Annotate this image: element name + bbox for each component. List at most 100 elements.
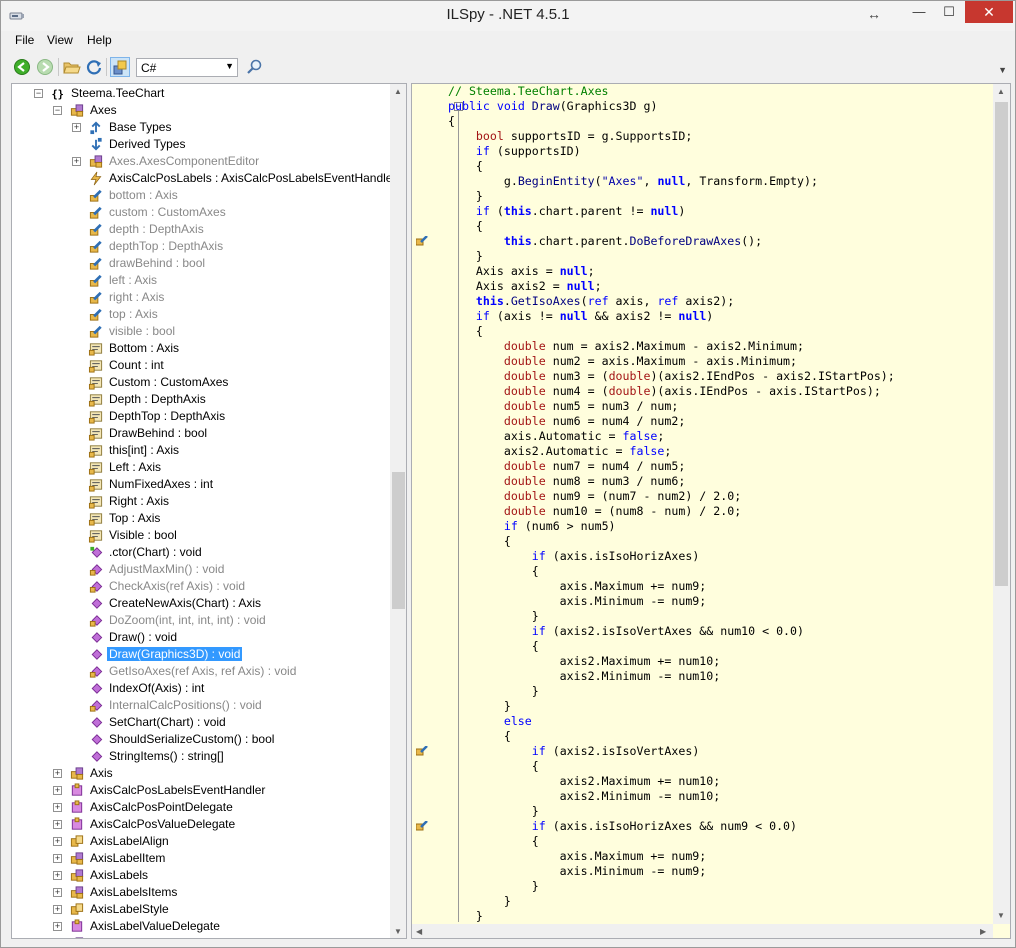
tree-node[interactable]: Count : int [12, 357, 388, 374]
tree-node-label[interactable]: AxisLabelsItems [88, 885, 179, 899]
tree-node-label[interactable]: right : Axis [107, 290, 166, 304]
tree-node-label[interactable]: Axis [88, 766, 115, 780]
tree-node-label[interactable]: depthTop : DepthAxis [107, 239, 225, 253]
tree-node-label[interactable]: AxisCalcPosLabels : AxisCalcPosLabelsEve… [107, 171, 398, 185]
menu-file[interactable]: File [15, 33, 34, 47]
tree-node[interactable]: depthTop : DepthAxis [12, 238, 388, 255]
tree-node-label[interactable]: AxisCalcPosPointDelegate [88, 800, 235, 814]
tree-node[interactable]: CheckAxis(ref Axis) : void [12, 578, 388, 595]
scroll-up-icon[interactable]: ▲ [394, 87, 402, 96]
code-text[interactable]: // Steema.TeeChart.Axes public void Draw(… [448, 84, 994, 924]
tree-node[interactable]: InternalCalcPositions() : void [12, 697, 388, 714]
collapse-icon[interactable]: − [34, 89, 43, 98]
scroll-up-icon[interactable]: ▲ [997, 87, 1005, 96]
tree-node-label[interactable]: .ctor(Chart) : void [107, 545, 204, 559]
tree-node[interactable]: + AxisCalcPosPointDelegate [12, 799, 388, 816]
scroll-down-icon[interactable]: ▼ [997, 911, 1005, 920]
assembly-tree[interactable]: −{} Steema.TeeChart − Axes + Base Types Derive… [11, 83, 407, 939]
tree-node-label[interactable]: Derived Types [107, 137, 187, 151]
tree-node[interactable]: drawBehind : bool [12, 255, 388, 272]
tree-node[interactable]: Visible : bool [12, 527, 388, 544]
tree-node-label[interactable]: Custom : CustomAxes [107, 375, 230, 389]
tree-node-label[interactable]: InternalCalcPositions() : void [107, 698, 264, 712]
tree-node-label[interactable]: AxisLabels [88, 868, 150, 882]
tree-node[interactable]: Bottom : Axis [12, 340, 388, 357]
expand-icon[interactable]: + [53, 905, 62, 914]
tree-node-label[interactable]: AxisLabelStyle [88, 902, 171, 916]
tree-node-label[interactable]: Visible : bool [107, 528, 179, 542]
forward-icon[interactable] [36, 58, 54, 76]
tree-node[interactable]: Draw() : void [12, 629, 388, 646]
title-bar[interactable]: ILSpy - .NET 4.5.1 ↔ — ☐ ✕ [1, 1, 1015, 31]
tree-node[interactable]: + AxisLabelsItems [12, 884, 388, 901]
tree-node-label[interactable]: Bottom : Axis [107, 341, 181, 355]
language-dropdown[interactable]: C# ▼ [136, 58, 238, 77]
tree-node[interactable]: AdjustMaxMin() : void [12, 561, 388, 578]
tree-node-label[interactable]: Draw() : void [107, 630, 179, 644]
tree-node[interactable]: + AxisLabelAlign [12, 833, 388, 850]
tree-node[interactable]: top : Axis [12, 306, 388, 323]
tree-node-label[interactable]: IndexOf(Axis) : int [107, 681, 206, 695]
tree-node-label[interactable]: Count : int [107, 358, 166, 372]
tree-node[interactable]: visible : bool [12, 323, 388, 340]
tree-node[interactable]: + AxisCalcPosLabelsEventHandler [12, 782, 388, 799]
decompiled-code-view[interactable]: − // Steema.TeeChart.Axes public void Dra… [411, 83, 1011, 939]
tree-node-label[interactable]: Axes.AxesComponentEditor [107, 154, 261, 168]
expand-icon[interactable]: + [72, 123, 81, 132]
tree-node-label[interactable]: left : Axis [107, 273, 159, 287]
tree-node[interactable]: DoZoom(int, int, int, int) : void [12, 612, 388, 629]
expand-icon[interactable]: + [53, 871, 62, 880]
tree-node-label[interactable]: Depth : DepthAxis [107, 392, 208, 406]
tree-node[interactable]: depth : DepthAxis [12, 221, 388, 238]
tree-node[interactable]: Depth : DepthAxis [12, 391, 388, 408]
expand-icon[interactable]: + [53, 888, 62, 897]
tree-node-label[interactable]: AxisLabelItem [88, 851, 167, 865]
tree-node-label[interactable]: SetChart(Chart) : void [107, 715, 228, 729]
tree-node[interactable]: CreateNewAxis(Chart) : Axis [12, 595, 388, 612]
expand-icon[interactable]: + [53, 786, 62, 795]
maximize-button[interactable]: ☐ [935, 1, 963, 23]
tree-node-label[interactable]: Draw(Graphics3D) : void [107, 647, 243, 661]
tree-node-label[interactable]: AxisLinePen [88, 936, 159, 938]
menu-view[interactable]: View [47, 33, 73, 47]
minimize-button[interactable]: — [905, 1, 933, 23]
tree-node[interactable]: GetIsoAxes(ref Axis, ref Axis) : void [12, 663, 388, 680]
menu-help[interactable]: Help [87, 33, 112, 47]
tree-node[interactable]: IndexOf(Axis) : int [12, 680, 388, 697]
expand-icon[interactable]: + [53, 820, 62, 829]
scroll-right-icon[interactable]: ▶ [980, 927, 986, 936]
tree-node-label[interactable]: AxisLabelAlign [88, 834, 171, 848]
expand-icon[interactable]: + [53, 837, 62, 846]
tree-node[interactable]: this[int] : Axis [12, 442, 388, 459]
expand-icon[interactable]: + [53, 922, 62, 931]
tree-node[interactable]: left : Axis [12, 272, 388, 289]
tree-node-label[interactable]: DoZoom(int, int, int, int) : void [107, 613, 268, 627]
tree-node[interactable]: −{} Steema.TeeChart [12, 85, 388, 102]
tree-node[interactable]: +AxisLinePen [12, 935, 388, 938]
bookmark-marker-icon[interactable] [416, 821, 428, 831]
tree-node[interactable]: − Axes [12, 102, 388, 119]
tree-node[interactable]: DrawBehind : bool [12, 425, 388, 442]
expand-icon[interactable]: + [53, 803, 62, 812]
tree-node[interactable]: + AxisLabelStyle [12, 901, 388, 918]
tree-node[interactable]: ShouldSerializeCustom() : bool [12, 731, 388, 748]
tree-node[interactable]: Draw(Graphics3D) : void [12, 646, 388, 663]
tree-vertical-scrollbar[interactable]: ▲ ▼ [390, 84, 406, 938]
close-button[interactable]: ✕ [965, 1, 1013, 23]
tree-node-label[interactable]: CheckAxis(ref Axis) : void [107, 579, 247, 593]
scroll-left-icon[interactable]: ◀ [416, 927, 422, 936]
collapse-icon[interactable]: − [53, 106, 62, 115]
tree-node-label[interactable]: Base Types [107, 120, 173, 134]
code-vertical-scrollbar[interactable]: ▲ ▼ [993, 84, 1010, 924]
tree-node-label[interactable]: bottom : Axis [107, 188, 180, 202]
tree-node-label[interactable]: ShouldSerializeCustom() : bool [107, 732, 276, 746]
tree-node-label[interactable]: AxisLabelValueDelegate [88, 919, 222, 933]
tree-node-label[interactable]: Steema.TeeChart [69, 86, 166, 100]
tree-scroll-thumb[interactable] [392, 472, 405, 609]
tree-node-label[interactable]: GetIsoAxes(ref Axis, ref Axis) : void [107, 664, 298, 678]
tree-node[interactable]: right : Axis [12, 289, 388, 306]
tree-node-label[interactable]: AxisCalcPosValueDelegate [88, 817, 237, 831]
tree-node[interactable]: + Axes.AxesComponentEditor [12, 153, 388, 170]
tree-node[interactable]: Derived Types [12, 136, 388, 153]
tree-node-label[interactable]: CreateNewAxis(Chart) : Axis [107, 596, 263, 610]
